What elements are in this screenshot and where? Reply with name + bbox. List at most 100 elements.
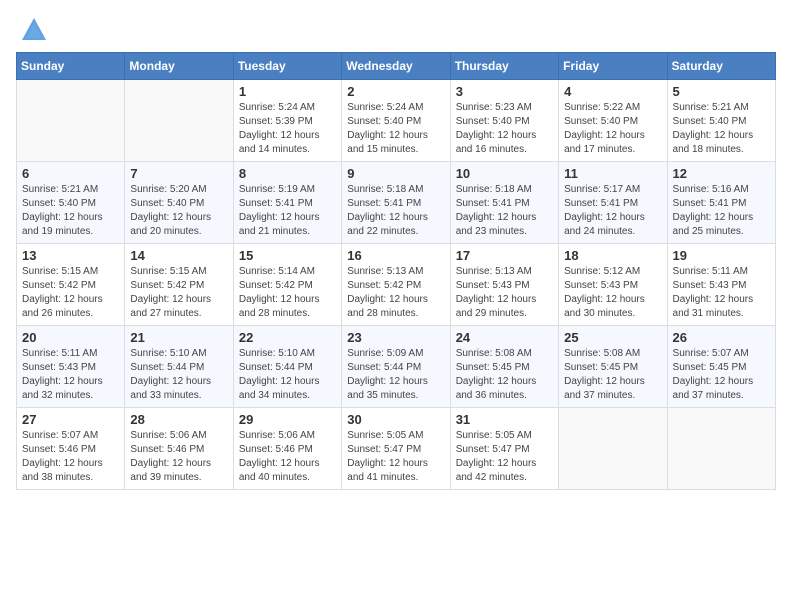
calendar-cell: 4 Sunrise: 5:22 AM Sunset: 5:40 PM Daylig…	[559, 80, 667, 162]
day-number: 6	[22, 166, 119, 181]
day-number: 9	[347, 166, 444, 181]
week-row-3: 13Sunrise: 5:15 AM Sunset: 5:42 PM Dayli…	[17, 244, 776, 326]
calendar-table: SundayMondayTuesdayWednesdayThursdayFrid…	[16, 52, 776, 490]
day-header-friday: Friday	[559, 53, 667, 80]
week-row-1: 1Sunrise: 5:24 AM Sunset: 5:39 PM Daylig…	[17, 80, 776, 162]
calendar-cell: 17 Sunrise: 5:13 AM Sunset: 5:43 PM Dayli…	[450, 244, 558, 326]
day-info: Sunrise: 5:06 AM Sunset: 5:46 PM Dayligh…	[239, 429, 336, 485]
logo	[16, 16, 48, 44]
day-info: Sunrise: 5:08 AM Sunset: 5:45 PM Dayligh…	[456, 347, 553, 403]
day-number: 20	[22, 330, 119, 345]
day-number: 16	[347, 248, 444, 263]
day-info: Sunrise: 5:10 AM Sunset: 5:44 PM Dayligh…	[239, 347, 336, 403]
day-info: Sunrise: 5:21 AM Sunset: 5:40 PM Dayligh…	[673, 101, 770, 157]
day-number: 10	[456, 166, 553, 181]
day-info: Sunrise: 5:19 AM Sunset: 5:41 PM Dayligh…	[239, 183, 336, 239]
day-info: Sunrise: 5:14 AM Sunset: 5:42 PM Dayligh…	[239, 265, 336, 321]
day-info: Sunrise: 5:07 AM Sunset: 5:46 PM Dayligh…	[22, 429, 119, 485]
day-number: 25	[564, 330, 661, 345]
day-number: 19	[673, 248, 770, 263]
day-info: Sunrise: 5:21 AM Sunset: 5:40 PM Dayligh…	[22, 183, 119, 239]
day-info: Sunrise: 5:06 AM Sunset: 5:46 PM Dayligh…	[130, 429, 227, 485]
day-info: Sunrise: 5:05 AM Sunset: 5:47 PM Dayligh…	[456, 429, 553, 485]
calendar-cell: 9Sunrise: 5:18 AM Sunset: 5:41 PM Daylig…	[342, 162, 450, 244]
day-info: Sunrise: 5:15 AM Sunset: 5:42 PM Dayligh…	[22, 265, 119, 321]
day-number: 22	[239, 330, 336, 345]
day-header-sunday: Sunday	[17, 53, 125, 80]
day-info: Sunrise: 5:05 AM Sunset: 5:47 PM Dayligh…	[347, 429, 444, 485]
calendar-cell: 21 Sunrise: 5:10 AM Sunset: 5:44 PM Dayli…	[125, 326, 233, 408]
calendar-cell: 5 Sunrise: 5:21 AM Sunset: 5:40 PM Daylig…	[667, 80, 775, 162]
calendar-cell: 31 Sunrise: 5:05 AM Sunset: 5:47 PM Dayli…	[450, 408, 558, 490]
day-number: 21	[130, 330, 227, 345]
logo-icon	[20, 16, 48, 44]
calendar-cell: 15 Sunrise: 5:14 AM Sunset: 5:42 PM Dayli…	[233, 244, 341, 326]
calendar-cell: 3 Sunrise: 5:23 AM Sunset: 5:40 PM Daylig…	[450, 80, 558, 162]
week-row-5: 27Sunrise: 5:07 AM Sunset: 5:46 PM Dayli…	[17, 408, 776, 490]
day-number: 26	[673, 330, 770, 345]
calendar-cell: 6 Sunrise: 5:21 AM Sunset: 5:40 PM Daylig…	[17, 162, 125, 244]
header-row: SundayMondayTuesdayWednesdayThursdayFrid…	[17, 53, 776, 80]
calendar-cell: 11Sunrise: 5:17 AM Sunset: 5:41 PM Dayli…	[559, 162, 667, 244]
week-row-2: 6 Sunrise: 5:21 AM Sunset: 5:40 PM Daylig…	[17, 162, 776, 244]
calendar-header: SundayMondayTuesdayWednesdayThursdayFrid…	[17, 53, 776, 80]
day-info: Sunrise: 5:12 AM Sunset: 5:43 PM Dayligh…	[564, 265, 661, 321]
calendar-cell: 27Sunrise: 5:07 AM Sunset: 5:46 PM Dayli…	[17, 408, 125, 490]
day-info: Sunrise: 5:11 AM Sunset: 5:43 PM Dayligh…	[22, 347, 119, 403]
day-info: Sunrise: 5:07 AM Sunset: 5:45 PM Dayligh…	[673, 347, 770, 403]
calendar-body: 1Sunrise: 5:24 AM Sunset: 5:39 PM Daylig…	[17, 80, 776, 490]
calendar-cell: 10 Sunrise: 5:18 AM Sunset: 5:41 PM Dayli…	[450, 162, 558, 244]
day-info: Sunrise: 5:11 AM Sunset: 5:43 PM Dayligh…	[673, 265, 770, 321]
calendar-cell: 28 Sunrise: 5:06 AM Sunset: 5:46 PM Dayli…	[125, 408, 233, 490]
calendar-cell: 7 Sunrise: 5:20 AM Sunset: 5:40 PM Daylig…	[125, 162, 233, 244]
day-header-saturday: Saturday	[667, 53, 775, 80]
day-header-tuesday: Tuesday	[233, 53, 341, 80]
day-header-wednesday: Wednesday	[342, 53, 450, 80]
calendar-cell: 16 Sunrise: 5:13 AM Sunset: 5:42 PM Dayli…	[342, 244, 450, 326]
day-info: Sunrise: 5:13 AM Sunset: 5:42 PM Dayligh…	[347, 265, 444, 321]
day-info: Sunrise: 5:24 AM Sunset: 5:40 PM Dayligh…	[347, 101, 444, 157]
calendar-cell: 14 Sunrise: 5:15 AM Sunset: 5:42 PM Dayli…	[125, 244, 233, 326]
day-info: Sunrise: 5:23 AM Sunset: 5:40 PM Dayligh…	[456, 101, 553, 157]
day-info: Sunrise: 5:08 AM Sunset: 5:45 PM Dayligh…	[564, 347, 661, 403]
calendar-cell: 8 Sunrise: 5:19 AM Sunset: 5:41 PM Daylig…	[233, 162, 341, 244]
page-header	[16, 16, 776, 44]
day-number: 15	[239, 248, 336, 263]
day-number: 7	[130, 166, 227, 181]
calendar-cell: 13Sunrise: 5:15 AM Sunset: 5:42 PM Dayli…	[17, 244, 125, 326]
calendar-cell: 29 Sunrise: 5:06 AM Sunset: 5:46 PM Dayli…	[233, 408, 341, 490]
day-number: 3	[456, 84, 553, 99]
day-info: Sunrise: 5:16 AM Sunset: 5:41 PM Dayligh…	[673, 183, 770, 239]
day-info: Sunrise: 5:22 AM Sunset: 5:40 PM Dayligh…	[564, 101, 661, 157]
calendar-cell: 22 Sunrise: 5:10 AM Sunset: 5:44 PM Dayli…	[233, 326, 341, 408]
day-number: 2	[347, 84, 444, 99]
day-number: 28	[130, 412, 227, 427]
day-number: 4	[564, 84, 661, 99]
calendar-cell	[559, 408, 667, 490]
calendar-cell: 1Sunrise: 5:24 AM Sunset: 5:39 PM Daylig…	[233, 80, 341, 162]
day-number: 24	[456, 330, 553, 345]
day-number: 5	[673, 84, 770, 99]
calendar-cell: 19 Sunrise: 5:11 AM Sunset: 5:43 PM Dayli…	[667, 244, 775, 326]
day-number: 1	[239, 84, 336, 99]
day-info: Sunrise: 5:10 AM Sunset: 5:44 PM Dayligh…	[130, 347, 227, 403]
day-info: Sunrise: 5:20 AM Sunset: 5:40 PM Dayligh…	[130, 183, 227, 239]
day-number: 12	[673, 166, 770, 181]
day-info: Sunrise: 5:09 AM Sunset: 5:44 PM Dayligh…	[347, 347, 444, 403]
day-number: 31	[456, 412, 553, 427]
day-header-thursday: Thursday	[450, 53, 558, 80]
day-number: 29	[239, 412, 336, 427]
day-header-monday: Monday	[125, 53, 233, 80]
calendar-cell: 30Sunrise: 5:05 AM Sunset: 5:47 PM Dayli…	[342, 408, 450, 490]
day-number: 14	[130, 248, 227, 263]
day-info: Sunrise: 5:15 AM Sunset: 5:42 PM Dayligh…	[130, 265, 227, 321]
day-number: 8	[239, 166, 336, 181]
week-row-4: 20 Sunrise: 5:11 AM Sunset: 5:43 PM Dayli…	[17, 326, 776, 408]
calendar-cell	[125, 80, 233, 162]
day-info: Sunrise: 5:13 AM Sunset: 5:43 PM Dayligh…	[456, 265, 553, 321]
day-number: 11	[564, 166, 661, 181]
calendar-cell: 18Sunrise: 5:12 AM Sunset: 5:43 PM Dayli…	[559, 244, 667, 326]
day-number: 17	[456, 248, 553, 263]
day-info: Sunrise: 5:18 AM Sunset: 5:41 PM Dayligh…	[456, 183, 553, 239]
calendar-cell: 26 Sunrise: 5:07 AM Sunset: 5:45 PM Dayli…	[667, 326, 775, 408]
